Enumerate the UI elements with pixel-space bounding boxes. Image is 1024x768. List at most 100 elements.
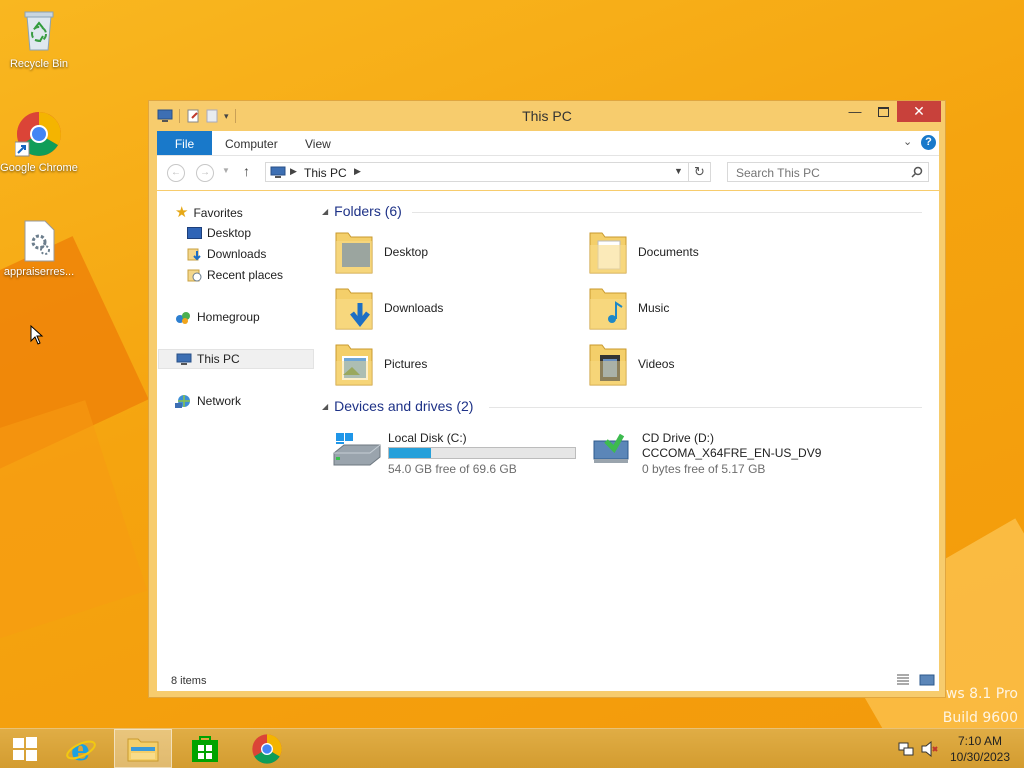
pictures-folder-icon <box>335 344 373 386</box>
network-status-icon[interactable] <box>898 741 914 757</box>
folder-label: Downloads <box>384 301 444 315</box>
help-icon[interactable]: ? <box>921 135 936 150</box>
svg-text:e: e <box>71 733 90 765</box>
folder-desktop[interactable]: Desktop <box>334 229 428 275</box>
back-button[interactable]: ← <box>167 164 185 182</box>
downloads-icon <box>187 248 201 261</box>
folder-label: Music <box>638 301 670 315</box>
taskbar: e 7:10 AM 10/30/2023 <box>0 728 1024 768</box>
devices-group-header[interactable]: ◢ Devices and drives (2) <box>322 398 473 414</box>
breadcrumb-chevron-icon[interactable]: ▶ <box>290 166 297 177</box>
sidebar-item-label: This PC <box>197 352 240 366</box>
taskbar-file-explorer[interactable] <box>114 729 172 768</box>
desktop-icon-appraiserres[interactable]: appraiserres... <box>0 220 78 279</box>
desktop-icon-label: appraiserres... <box>3 266 75 278</box>
cd-drive-icon <box>593 433 629 463</box>
this-pc-icon <box>270 166 286 178</box>
taskbar-store[interactable] <box>176 729 234 768</box>
sidebar-item-recent-places[interactable]: Recent places <box>187 265 283 285</box>
system-clock[interactable]: 7:10 AM 10/30/2023 <box>940 733 1020 765</box>
videos-folder-icon <box>589 344 627 386</box>
breadcrumb-chevron-icon[interactable]: ▶ <box>354 166 361 177</box>
drive-local-disk-c[interactable]: Local Disk (C:) 54.0 GB free of 69.6 GB <box>332 431 582 476</box>
close-icon: ✕ <box>913 103 925 119</box>
windows-drive-icon <box>333 433 381 466</box>
tab-file[interactable]: File <box>157 131 212 155</box>
sidebar-item-network[interactable]: Network <box>175 391 241 411</box>
file-list-pane: ◢ Folders (6) Desktop Documents Download… <box>322 191 939 661</box>
sidebar-item-homegroup[interactable]: Homegroup <box>175 307 260 327</box>
desktop-icon-google-chrome[interactable]: Google Chrome <box>0 110 78 175</box>
desktop-folder-icon <box>335 232 373 274</box>
file-explorer-icon <box>127 738 159 761</box>
details-view-icon[interactable] <box>895 673 911 687</box>
taskbar-chrome[interactable] <box>238 729 296 768</box>
desktop-icon-recycle-bin[interactable]: Recycle Bin <box>0 6 78 71</box>
downloads-folder-icon <box>335 288 373 330</box>
close-button[interactable]: ✕ <box>897 101 941 122</box>
refresh-button[interactable]: ↻ <box>689 162 711 182</box>
sidebar-item-favorites[interactable]: ★ Favorites <box>175 203 243 223</box>
desktop-icon-label: Recycle Bin <box>9 58 69 70</box>
navigation-bar: ← → ▼ ↑ ▶ This PC ▶ ▼ ↻ <box>157 156 939 190</box>
forward-button[interactable]: → <box>196 164 214 182</box>
internet-explorer-icon: e <box>66 733 96 765</box>
clock-time: 7:10 AM <box>957 734 1003 748</box>
collapse-group-icon[interactable]: ◢ <box>322 207 328 216</box>
sidebar-item-label: Downloads <box>207 247 267 261</box>
maximize-button[interactable] <box>869 101 897 122</box>
search-box[interactable] <box>727 162 929 182</box>
tab-computer[interactable]: Computer <box>225 131 278 155</box>
breadcrumb-this-pc[interactable]: This PC <box>304 166 347 180</box>
item-count: 8 items <box>171 675 207 687</box>
search-input[interactable] <box>734 165 908 181</box>
folder-downloads[interactable]: Downloads <box>334 285 443 331</box>
volume-muted-icon[interactable] <box>921 741 939 757</box>
folder-videos[interactable]: Videos <box>588 341 674 387</box>
expand-ribbon-icon[interactable]: ⌄ <box>903 135 912 148</box>
desktop-icon-label: Google Chrome <box>0 162 78 174</box>
title-bar[interactable]: ▾ This PC — ✕ <box>149 101 945 131</box>
address-dropdown-icon[interactable]: ▼ <box>674 166 683 176</box>
folder-documents[interactable]: Documents <box>588 229 699 275</box>
mouse-cursor-icon <box>30 325 44 345</box>
navigation-pane: ★ Favorites Desktop Downloads Recent pla… <box>157 191 317 661</box>
up-button[interactable]: ↑ <box>243 163 250 179</box>
large-icons-view-icon[interactable] <box>919 673 935 687</box>
drive-name: CD Drive (D:) <box>642 431 714 445</box>
taskbar-internet-explorer[interactable]: e <box>52 729 110 768</box>
windows-watermark-line2: Build 9600 <box>942 710 1018 726</box>
documents-folder-icon <box>589 232 627 274</box>
tab-view[interactable]: View <box>305 131 331 155</box>
minimize-icon: — <box>848 104 862 119</box>
folder-label: Videos <box>638 357 675 371</box>
minimize-button[interactable]: — <box>841 101 869 122</box>
sidebar-item-label: Favorites <box>193 206 243 220</box>
windows-logo-icon <box>13 736 37 761</box>
homegroup-icon <box>176 311 190 324</box>
explorer-window: ▾ This PC — ✕ File Computer View ⌄ ? ← →… <box>148 100 946 698</box>
network-icon <box>175 394 190 408</box>
sidebar-item-label: Recent places <box>207 268 284 282</box>
sidebar-item-label: Homegroup <box>197 310 260 324</box>
recent-locations-icon[interactable]: ▼ <box>222 166 230 175</box>
sidebar-item-desktop[interactable]: Desktop <box>187 223 251 243</box>
store-icon <box>192 735 218 762</box>
folder-pictures[interactable]: Pictures <box>334 341 427 387</box>
arrow-left-icon: ← <box>171 167 181 178</box>
folder-music[interactable]: Music <box>588 285 669 331</box>
start-button[interactable] <box>0 729 50 768</box>
search-icon[interactable] <box>911 166 923 178</box>
collapse-group-icon[interactable]: ◢ <box>322 402 328 411</box>
this-pc-icon <box>176 353 192 365</box>
maximize-icon <box>877 106 889 117</box>
folders-group-header[interactable]: ◢ Folders (6) <box>322 203 402 219</box>
drive-cd-d[interactable]: CD Drive (D:) CCCOMA_X64FRE_EN-US_DV9 0 … <box>586 431 846 476</box>
config-file-icon <box>24 220 55 262</box>
address-bar[interactable]: ▶ This PC ▶ ▼ <box>265 162 689 182</box>
sidebar-item-downloads[interactable]: Downloads <box>187 244 266 264</box>
refresh-icon: ↻ <box>694 164 705 179</box>
sidebar-item-this-pc[interactable]: This PC <box>158 349 314 369</box>
clock-date: 10/30/2023 <box>949 750 1011 764</box>
folder-label: Documents <box>638 245 699 259</box>
